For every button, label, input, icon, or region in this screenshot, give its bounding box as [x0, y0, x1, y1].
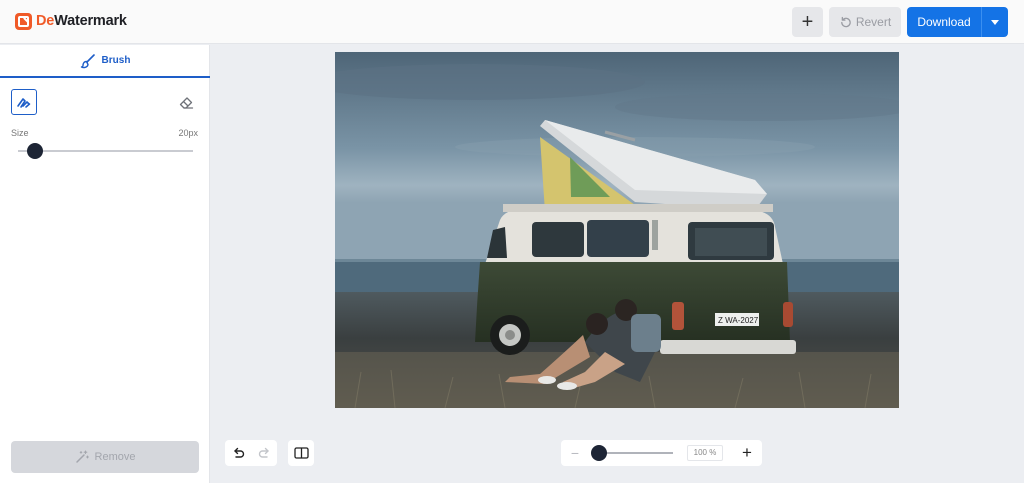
revert-label: Revert	[855, 15, 892, 29]
brush-stroke-icon	[17, 98, 31, 108]
zoom-slider-thumb[interactable]	[591, 445, 607, 461]
top-bar: DeWatermark + Revert Download	[0, 0, 1024, 44]
size-slider-track[interactable]	[18, 150, 193, 152]
size-label: Size	[11, 128, 29, 138]
zoom-controls: − 100 % +	[561, 440, 762, 466]
undo-button[interactable]	[225, 440, 251, 466]
download-label: Download	[917, 15, 971, 29]
download-button-group: Download	[907, 7, 1008, 37]
tab-brush[interactable]: Brush	[0, 45, 210, 78]
logo-text: DeWatermark	[36, 13, 127, 29]
logo[interactable]: DeWatermark	[15, 11, 127, 31]
license-plate: Z WA-2027	[718, 316, 759, 325]
redo-icon	[258, 447, 269, 458]
split-view-icon	[293, 447, 309, 459]
compare-button[interactable]	[288, 440, 314, 466]
redo-button[interactable]	[251, 440, 277, 466]
revert-button[interactable]: Revert	[829, 7, 901, 37]
brush-tool-button[interactable]	[11, 89, 37, 115]
remove-button[interactable]: Remove	[11, 441, 199, 473]
zoom-in-button[interactable]: +	[738, 443, 756, 463]
camper-van-photo: Z WA-2027	[335, 52, 899, 408]
revert-icon	[840, 16, 851, 27]
size-value: 20px	[178, 128, 198, 138]
eraser-icon	[179, 96, 193, 109]
eraser-tool-button[interactable]	[174, 91, 198, 113]
canvas-image[interactable]: Z WA-2027	[335, 52, 899, 408]
zoom-value: 100 %	[687, 445, 723, 461]
magic-wand-icon	[75, 450, 89, 463]
zoom-out-button[interactable]: −	[567, 443, 583, 463]
add-image-button[interactable]: +	[792, 7, 823, 37]
logo-icon	[15, 12, 32, 30]
remove-label: Remove	[94, 451, 136, 463]
chevron-down-icon	[991, 19, 999, 25]
tab-brush-label: Brush	[101, 55, 131, 66]
size-slider-thumb[interactable]	[27, 143, 43, 159]
undo-icon	[233, 447, 244, 458]
download-button[interactable]: Download	[907, 7, 981, 37]
tool-sidebar: Brush Size 20px Remove	[0, 45, 210, 483]
download-options-button[interactable]	[981, 7, 1008, 37]
brush-icon	[80, 53, 95, 68]
history-controls	[225, 440, 277, 466]
